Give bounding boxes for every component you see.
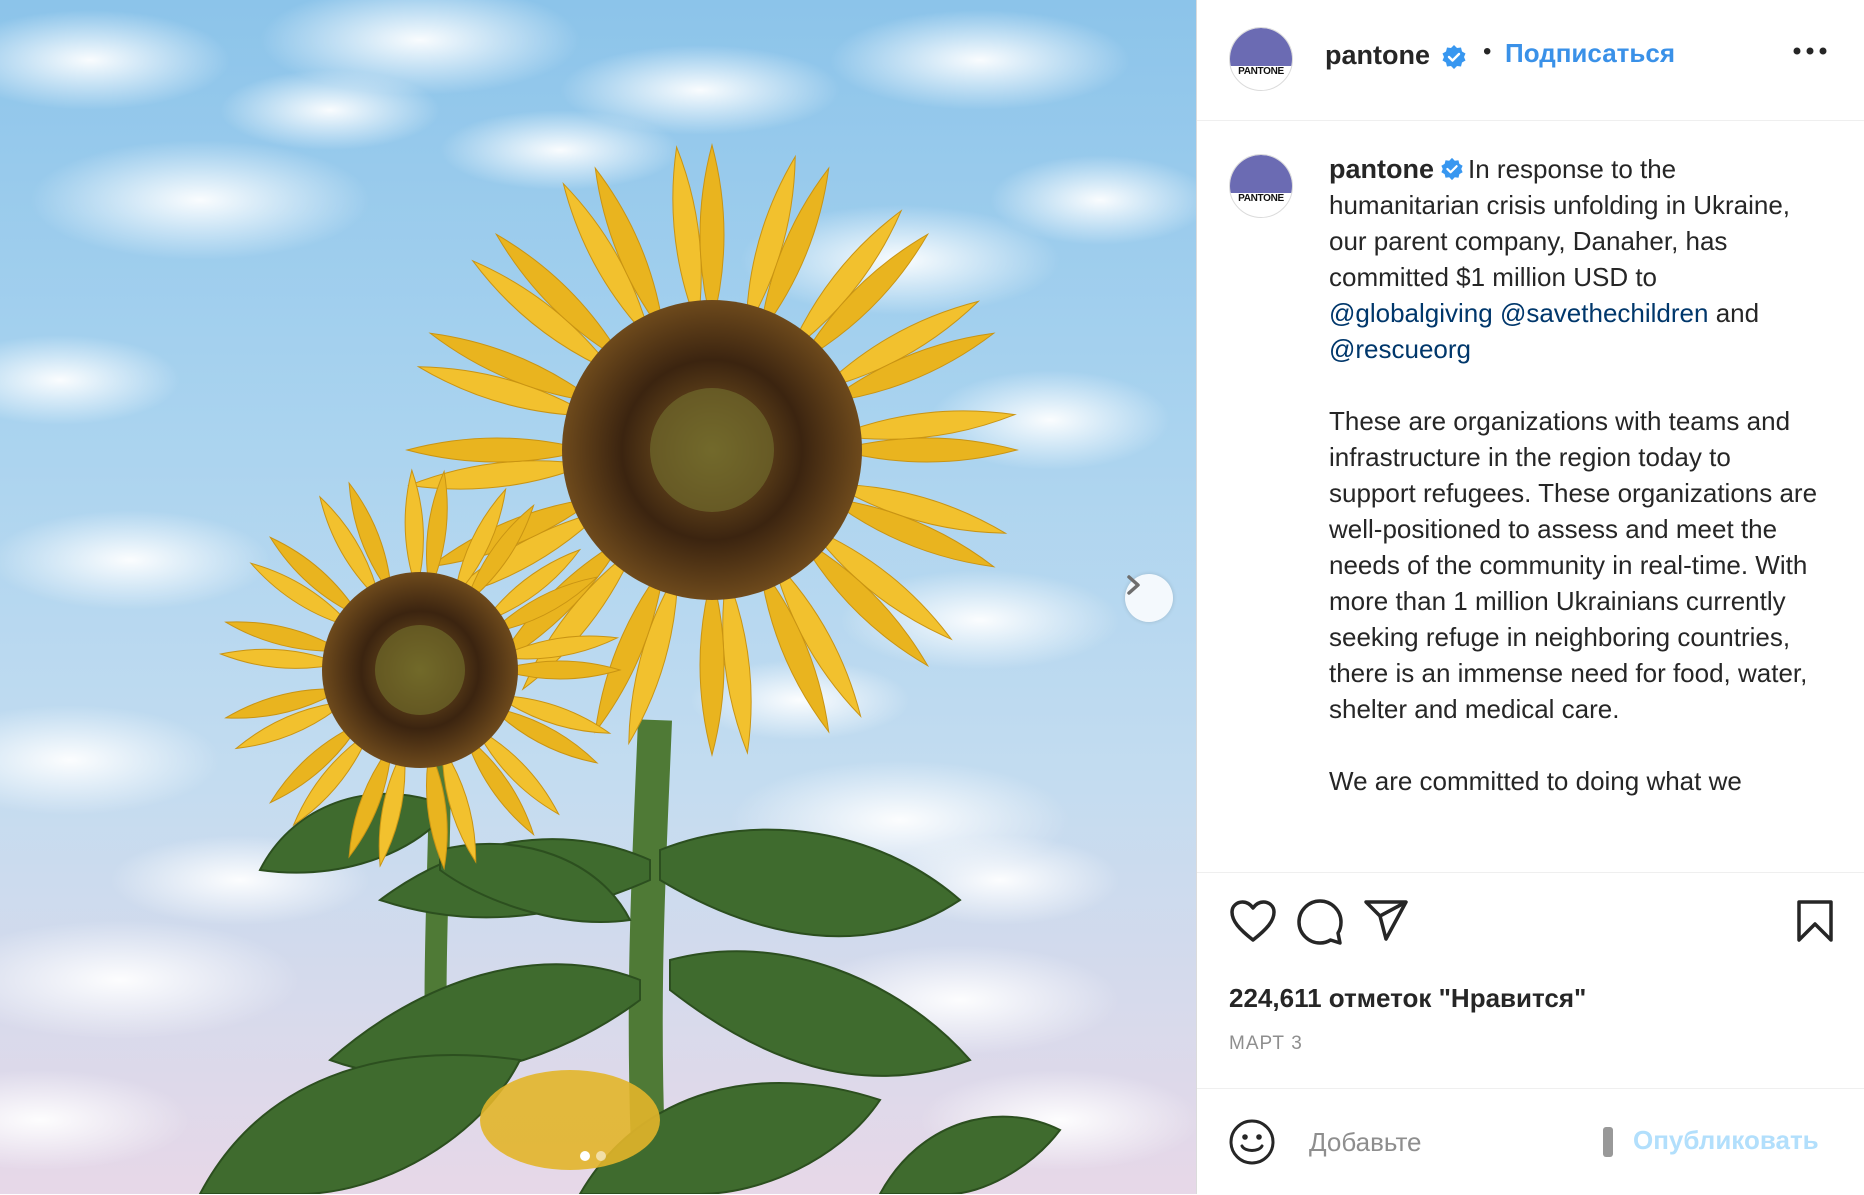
carousel-dot (596, 1151, 606, 1161)
next-image-button[interactable] (1125, 574, 1173, 622)
post-date[interactable]: МАРТ 3 (1229, 1033, 1303, 1055)
cloud-shape (220, 70, 440, 150)
post-image[interactable] (0, 0, 1196, 1194)
mention-link[interactable]: @globalgiving (1329, 298, 1493, 328)
smiley-icon[interactable] (1229, 1119, 1275, 1165)
cloud-shape (0, 705, 220, 815)
petal-shape (405, 437, 589, 463)
post-header: PANTONE pantone • Подписаться (1197, 0, 1864, 121)
cloud-shape (0, 1070, 190, 1170)
paper-plane-icon[interactable] (1363, 899, 1409, 943)
likes-count[interactable]: 224,611 отметок "Нравится" (1229, 983, 1586, 1014)
cloud-shape (0, 510, 270, 610)
caption-paragraph: These are organizations with teams and i… (1329, 406, 1818, 724)
avatar[interactable]: PANTONE (1229, 27, 1293, 91)
comment-bar: Опубликовать (1197, 1088, 1864, 1195)
cloud-shape (830, 10, 1130, 110)
cloud-shape (0, 920, 300, 1040)
carousel-indicator (580, 1151, 606, 1161)
petal-shape (672, 145, 702, 328)
mention-link[interactable]: @rescueorg (1329, 334, 1471, 364)
heart-icon[interactable] (1229, 899, 1277, 943)
comment-input[interactable] (1307, 1121, 1591, 1163)
separator-dot: • (1483, 38, 1492, 65)
post-caption: pantone In response to the humanitarian … (1329, 151, 1819, 835)
caption-avatar[interactable]: PANTONE (1229, 154, 1293, 218)
more-options-icon[interactable] (1793, 46, 1827, 56)
header-username[interactable]: pantone (1325, 40, 1430, 71)
carousel-dot-active (580, 1151, 590, 1161)
verified-badge-icon (1441, 157, 1463, 181)
caption-scroll-area[interactable]: PANTONE pantone In response to the human… (1197, 121, 1864, 871)
comment-icon[interactable] (1297, 899, 1343, 945)
petal-shape (699, 573, 725, 757)
chevron-right-icon (1127, 575, 1140, 595)
post-details-panel: PANTONE pantone • Подписаться PANTONE pa… (1196, 0, 1864, 1194)
avatar-logo-text: PANTONE (1238, 193, 1284, 204)
petal-shape (407, 460, 590, 490)
text-cursor-icon (1603, 1127, 1613, 1157)
avatar-logo-text: PANTONE (1238, 66, 1284, 77)
petal-shape (699, 143, 725, 327)
caption-paragraph: We are committed to doing what we (1329, 766, 1742, 796)
mention-link[interactable]: @savethechildren (1500, 298, 1709, 328)
cloud-shape (0, 335, 180, 425)
verified-badge-icon (1442, 45, 1466, 69)
sunflower-photo (0, 0, 1196, 1194)
cloud-shape (440, 110, 680, 190)
bookmark-icon[interactable] (1795, 899, 1835, 943)
follow-button[interactable]: Подписаться (1505, 38, 1675, 69)
cloud-shape (0, 10, 230, 110)
caption-username[interactable]: pantone (1329, 154, 1434, 184)
publish-button[interactable]: Опубликовать (1633, 1125, 1819, 1156)
cloud-shape (30, 140, 370, 260)
caption-text: and (1715, 298, 1760, 328)
